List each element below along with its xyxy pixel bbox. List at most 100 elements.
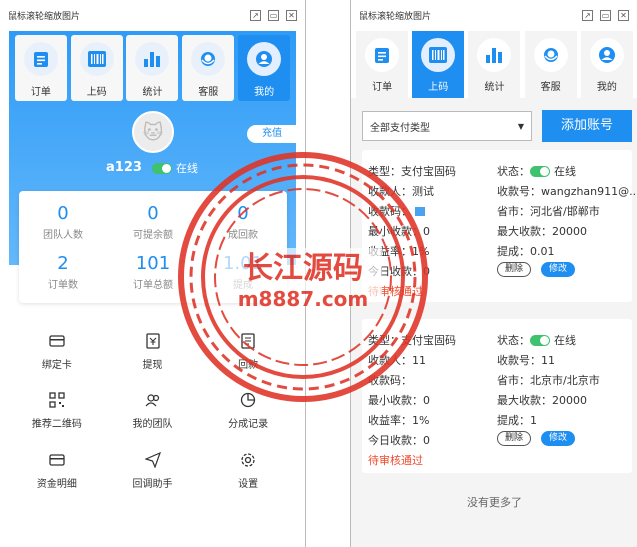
card-today: 今日收款：0 [368, 265, 430, 278]
tab-support[interactable]: 客服 [524, 31, 577, 98]
popout-icon[interactable]: ↗ [250, 10, 261, 21]
status-label: 在线 [554, 165, 576, 178]
stat-value: 1.01 [222, 253, 264, 274]
delete-button[interactable]: 删除 [497, 431, 532, 446]
tab-support[interactable]: 客服 [182, 35, 235, 101]
tab-orders[interactable]: 订单 [14, 35, 67, 101]
menu-withdraw[interactable]: 提现 [105, 333, 201, 371]
stat-value: 101 [135, 253, 171, 274]
tab-bar: 订单 上码 统计 客服 我的 [351, 31, 637, 98]
tab-statistics[interactable]: 统计 [126, 35, 179, 101]
account-card: 类型：支付宝固码 状态： 在线 收款人：11 收款号：11 收款码： 省市：北京… [362, 319, 632, 473]
barcode-icon [79, 42, 114, 76]
stat-value: 2 [57, 253, 69, 274]
menu-label: 分成记录 [228, 419, 269, 430]
withdraw-icon [145, 333, 160, 349]
left-title-bar: 鼠标滚轮缩放图片 ↗ ▭ ✕ [0, 0, 305, 31]
card-province: 省市：北京市/北京市 [497, 374, 600, 387]
tab-label: 我的 [254, 87, 275, 98]
card-account: 收款号：wangzhan911@... [497, 185, 637, 198]
stat-refund[interactable]: 0 成回款 [203, 203, 283, 241]
card-status: 状态： 在线 [497, 332, 576, 348]
card-account: 收款号：11 [497, 354, 555, 367]
online-status: 在线 [152, 160, 198, 176]
stat-value: 0 [237, 203, 249, 224]
menu-refund[interactable]: 回款 [200, 333, 296, 371]
no-more-text: 没有更多了 [467, 496, 522, 509]
card-icon [49, 335, 65, 347]
chevron-down-icon: ▼ [517, 121, 525, 131]
stat-withdrawable[interactable]: 0 可提余额 [113, 203, 193, 241]
tab-label: 订单 [372, 82, 393, 93]
stat-label: 团队人数 [43, 230, 83, 241]
tab-bar: 订单 上码 统计 客服 我的 [9, 35, 296, 101]
window-title: 鼠标滚轮缩放图片 [8, 12, 81, 22]
popout-icon[interactable]: ↗ [582, 10, 593, 21]
tab-mine[interactable]: 我的 [580, 31, 633, 98]
stat-order-count[interactable]: 2 订单数 [23, 253, 103, 291]
card-qrcode: 收款码： [368, 374, 412, 387]
status-prefix: 状态： [497, 334, 530, 347]
tab-statistics[interactable]: 统计 [468, 31, 521, 98]
add-account-button[interactable]: 添加账号 [542, 110, 632, 142]
stat-label: 订单数 [48, 280, 78, 291]
tab-label: 上码 [428, 82, 449, 93]
menu-callback-helper[interactable]: 回调助手 [105, 452, 201, 490]
user-icon [589, 38, 624, 72]
stat-order-total[interactable]: 101 订单总额 [113, 253, 193, 291]
send-icon [144, 452, 161, 468]
tab-label: 上码 [86, 87, 107, 98]
status-toggle[interactable] [530, 334, 550, 346]
qrcode-label: 收款码： [368, 205, 412, 218]
close-icon[interactable]: ✕ [618, 10, 629, 21]
card-commission: 提成：0.01 [497, 245, 555, 258]
recharge-button[interactable]: 充值 [247, 125, 297, 143]
menu-settings[interactable]: 设置 [200, 452, 296, 490]
stat-value: 0 [147, 203, 159, 224]
delete-button[interactable]: 删除 [497, 262, 532, 277]
card-status: 状态： 在线 [497, 163, 576, 179]
tab-mine[interactable]: 我的 [238, 35, 291, 101]
menu-fund-details[interactable]: 资金明细 [9, 452, 105, 490]
tab-upload-code[interactable]: 上码 [412, 31, 465, 98]
right-window: 鼠标滚轮缩放图片 ↗ ▭ ✕ 订单 上码 统计 客服 我的 全部支付类型 ▼ 添… [350, 0, 637, 547]
menu-label: 设置 [238, 479, 259, 490]
edit-button[interactable]: 修改 [541, 262, 576, 277]
image-icon[interactable] [415, 206, 425, 216]
audit-status: 待审核通过 [368, 285, 423, 298]
menu-label: 回款 [238, 360, 259, 371]
status-toggle[interactable] [530, 165, 550, 177]
stat-team-size[interactable]: 0 团队人数 [23, 203, 103, 241]
headset-icon [533, 38, 568, 72]
menu-commission-records[interactable]: 分成记录 [200, 392, 296, 430]
minimize-icon[interactable]: ▭ [600, 10, 611, 21]
clipboard-icon [23, 42, 58, 76]
edit-button[interactable]: 修改 [541, 431, 576, 446]
card-type: 类型：支付宝固码 [368, 165, 456, 178]
stat-label: 提成 [233, 280, 253, 291]
card-rate: 收益率：1% [368, 245, 430, 258]
avatar[interactable]: 🐱 [132, 111, 174, 153]
card-type: 类型：支付宝固码 [368, 334, 456, 347]
team-icon [145, 394, 159, 407]
headset-icon [191, 42, 226, 76]
menu-label: 推荐二维码 [31, 419, 82, 430]
tab-upload-code[interactable]: 上码 [70, 35, 123, 101]
select-value: 全部支付类型 [370, 122, 430, 134]
account-card: 类型：支付宝固码 状态： 在线 收款人：测试 收款号：wangzhan911@.… [362, 150, 637, 302]
card-min: 最小收款：0 [368, 225, 430, 238]
stat-commission[interactable]: 1.01 提成 [203, 253, 283, 291]
status-prefix: 状态： [497, 165, 530, 178]
close-icon[interactable]: ✕ [286, 10, 297, 21]
menu-referral-qrcode[interactable]: 推荐二维码 [9, 392, 105, 430]
payment-type-select[interactable]: 全部支付类型 ▼ [362, 111, 533, 141]
filter-row: 全部支付类型 ▼ 添加账号 [362, 110, 632, 142]
tab-orders[interactable]: 订单 [356, 31, 409, 98]
menu-bind-card[interactable]: 绑定卡 [9, 333, 105, 371]
card-max: 最大收款：20000 [497, 225, 587, 238]
minimize-icon[interactable]: ▭ [268, 10, 279, 21]
online-toggle[interactable] [152, 162, 172, 174]
stat-label: 订单总额 [133, 280, 173, 291]
menu-my-team[interactable]: 我的团队 [105, 392, 201, 430]
bar-chart-icon [477, 38, 512, 72]
